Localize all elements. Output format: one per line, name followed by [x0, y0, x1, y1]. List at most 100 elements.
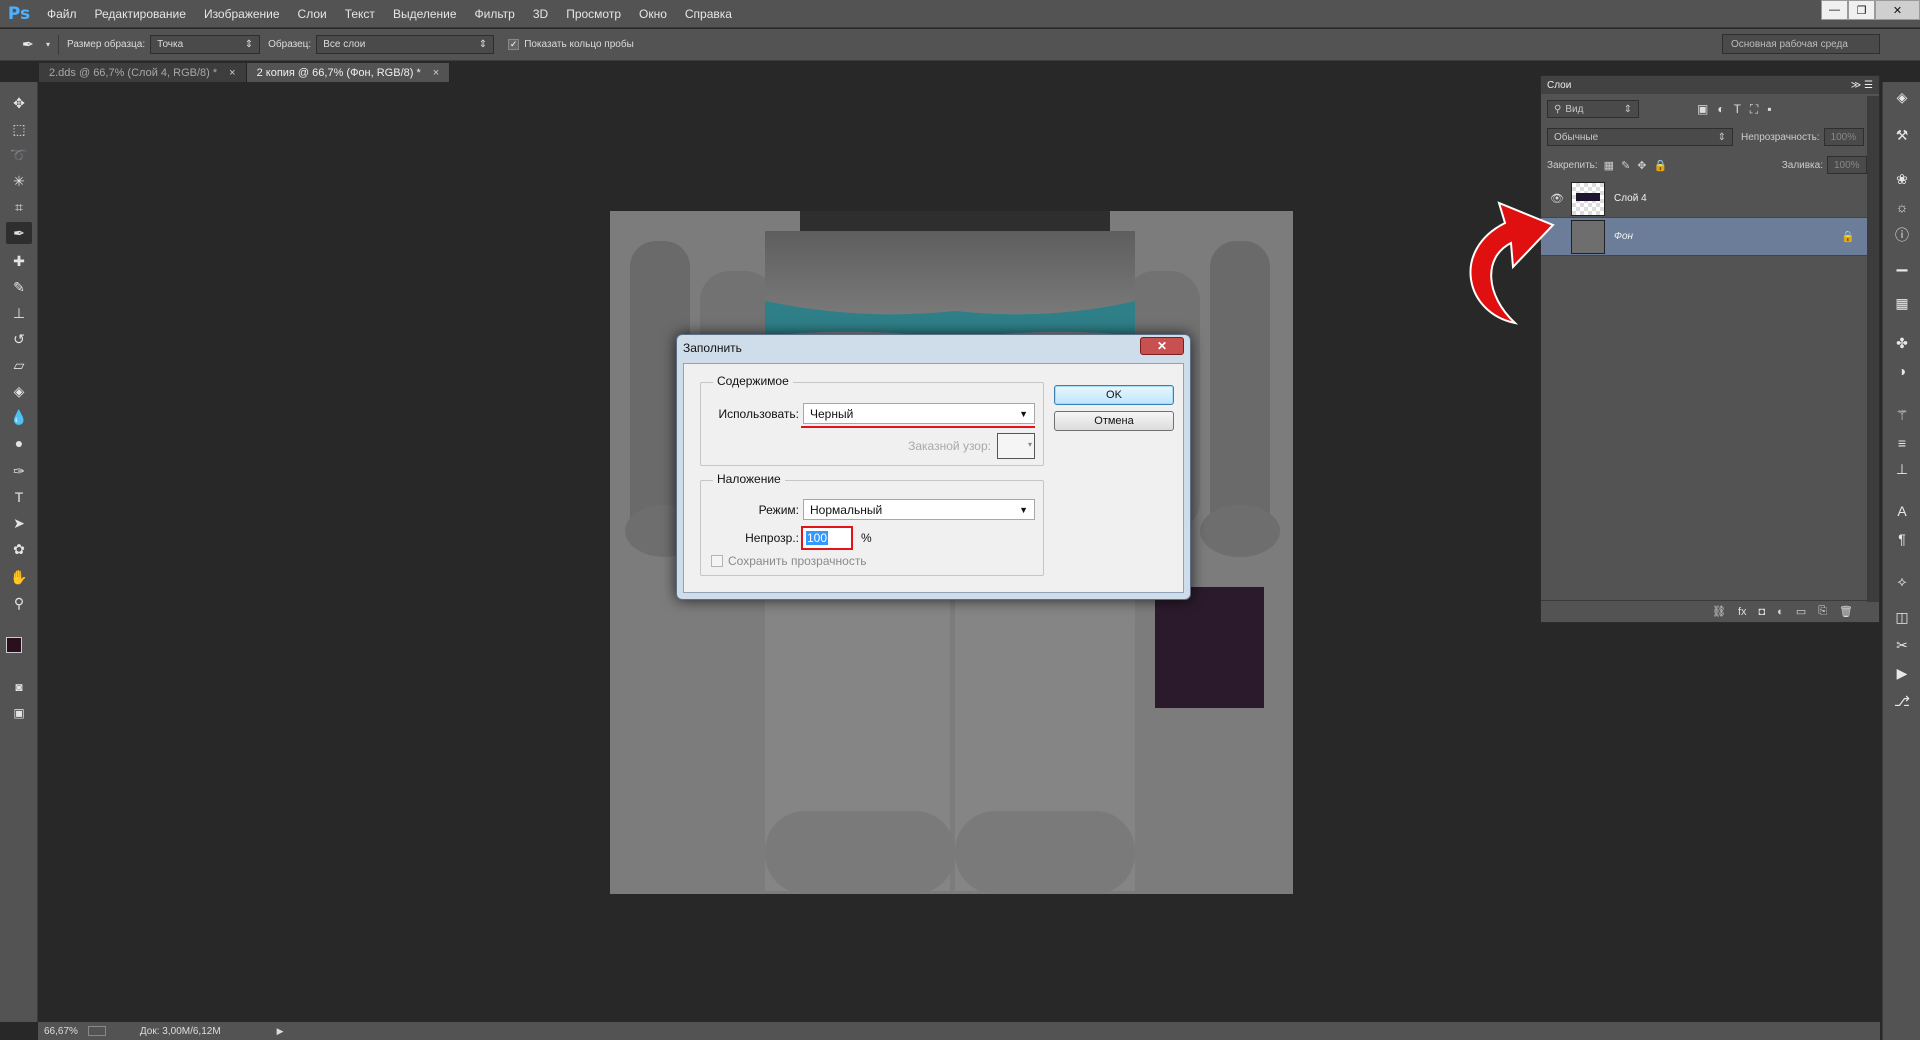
preserve-transparency-checkbox[interactable] — [711, 555, 723, 567]
dodge-tool-icon[interactable]: ● — [6, 432, 32, 454]
new-group-icon[interactable]: ▭ — [1796, 605, 1806, 618]
sample-size-select[interactable]: Точка ⇕ — [150, 35, 261, 54]
menu-help[interactable]: Справка — [676, 0, 741, 28]
adjustment-layer-icon[interactable]: ◐ — [1777, 606, 1784, 618]
marquee-tool-icon[interactable]: ⬚ — [6, 118, 32, 140]
magic-wand-tool-icon[interactable]: ✳ — [6, 170, 32, 192]
crop-tool-icon[interactable]: ⌗ — [6, 196, 32, 218]
menu-bar: Ps Файл Редактирование Изображение Слои … — [0, 0, 1920, 28]
fill-field[interactable]: 100% — [1827, 156, 1867, 174]
close-window-button[interactable]: ✕ — [1875, 0, 1920, 20]
character-icon[interactable]: A — [1891, 500, 1913, 522]
healing-brush-tool-icon[interactable]: ✚ — [6, 250, 32, 272]
properties-icon[interactable]: ⎇ — [1891, 690, 1913, 712]
tab-label: 2.dds @ 66,7% (Слой 4, RGB/8) * — [49, 66, 218, 79]
minimize-button[interactable]: — — [1821, 0, 1848, 20]
brightness-icon[interactable]: ☼ — [1891, 196, 1913, 218]
status-preview-icon[interactable] — [87, 1026, 106, 1036]
styles-icon[interactable]: ✤ — [1891, 332, 1913, 354]
mode-select[interactable]: Нормальный ▼ — [803, 499, 1035, 520]
menu-3d[interactable]: 3D — [524, 0, 557, 28]
close-tab-icon[interactable]: × — [229, 67, 235, 79]
brush-settings-icon[interactable]: ≡ — [1891, 432, 1913, 454]
blend-mode-select[interactable]: Обычные ⇕ — [1547, 128, 1733, 146]
menu-file[interactable]: Файл — [38, 0, 86, 28]
zoom-level[interactable]: 66,67% — [44, 1026, 78, 1037]
brush-tool-icon[interactable]: ✎ — [6, 276, 32, 298]
tool-preset-chevron-icon[interactable]: ▾ — [46, 40, 50, 49]
updown-icon: ⇕ — [1623, 103, 1632, 115]
paths-icon[interactable]: ⟡ — [1891, 570, 1913, 592]
eraser-tool-icon[interactable]: ▱ — [6, 354, 32, 376]
menu-select[interactable]: Выделение — [384, 0, 466, 28]
history-icon[interactable]: ⚒ — [1891, 124, 1913, 146]
layers-scrollbar[interactable] — [1867, 96, 1879, 602]
shape-tool-icon[interactable]: ✿ — [6, 538, 32, 560]
pattern-picker[interactable]: ▾ — [997, 433, 1035, 459]
link-layers-icon[interactable]: ⛓ — [1712, 605, 1726, 618]
menu-layers[interactable]: Слои — [289, 0, 336, 28]
menu-filter[interactable]: Фильтр — [466, 0, 524, 28]
close-tab-icon[interactable]: × — [433, 67, 439, 79]
layer-row[interactable]: 👁 Слой 4 — [1541, 180, 1867, 218]
eyedropper-icon[interactable]: ✒ — [22, 36, 44, 53]
lock-icons[interactable]: ▦✎✥🔒 — [1604, 159, 1675, 172]
status-menu-arrow-icon[interactable]: ▶ — [277, 1026, 284, 1037]
foreground-color-swatch[interactable] — [6, 637, 22, 653]
brush-presets-icon[interactable]: ⚚ — [1891, 404, 1913, 426]
filter-icons[interactable]: ▣◐T⛶▪ — [1697, 102, 1781, 117]
use-select[interactable]: Черный ▼ — [803, 403, 1035, 424]
opacity-field[interactable]: 100% — [1823, 128, 1864, 146]
zoom-tool-icon[interactable]: ⚲ — [6, 592, 32, 614]
paint-bucket-tool-icon[interactable]: ◈ — [6, 380, 32, 402]
workspace-select[interactable]: Основная рабочая среда — [1722, 34, 1880, 54]
screen-mode-icon[interactable]: ▣ — [6, 702, 32, 724]
menu-view[interactable]: Просмотр — [557, 0, 630, 28]
info-icon[interactable]: ⓘ — [1891, 224, 1913, 246]
dialog-close-button[interactable]: ✕ — [1140, 337, 1184, 355]
layer-row-selected[interactable]: Фон 🔒 — [1541, 218, 1867, 256]
tab-2-kopiya[interactable]: 2 копия @ 66,7% (Фон, RGB/8) * × — [246, 63, 451, 82]
add-mask-icon[interactable]: ◘ — [1759, 606, 1766, 618]
restore-button[interactable]: ❐ — [1848, 0, 1875, 20]
sample-select[interactable]: Все слои ⇕ — [316, 35, 495, 54]
cancel-button[interactable]: Отмена — [1054, 411, 1174, 431]
history-brush-tool-icon[interactable]: ↺ — [6, 328, 32, 350]
type-tool-icon[interactable]: T — [6, 486, 32, 508]
channels-icon[interactable]: ◫ — [1891, 606, 1913, 628]
hand-tool-icon[interactable]: ✋ — [6, 566, 32, 588]
stamp-tool-icon[interactable]: ⊥ — [6, 302, 32, 324]
red-arrow-annotation — [1469, 201, 1555, 325]
tool-presets-icon[interactable]: ✂ — [1891, 634, 1913, 656]
layers-panel-icon[interactable]: ◈ — [1891, 86, 1913, 108]
fx-icon[interactable]: fx — [1738, 606, 1747, 618]
color-icon[interactable]: ❀ — [1891, 168, 1913, 190]
dialog-body: Содержимое Использовать: Черный ▼ Заказно… — [683, 363, 1184, 593]
opacity-input[interactable]: 100 — [801, 526, 853, 550]
menu-window[interactable]: Окно — [630, 0, 676, 28]
tab-2-dds[interactable]: 2.dds @ 66,7% (Слой 4, RGB/8) * × — [39, 63, 247, 82]
lasso-tool-icon[interactable]: ➰ — [6, 144, 32, 166]
panel-menu-icon[interactable]: ≫ ☰ — [1851, 80, 1873, 91]
histogram-icon[interactable]: ▁ — [1891, 252, 1913, 274]
trash-icon[interactable]: 🗑 — [1839, 605, 1853, 618]
new-layer-icon[interactable]: ⎘ — [1818, 605, 1827, 618]
pen-tool-icon[interactable]: ✑ — [6, 460, 32, 482]
eyedropper-tool-icon[interactable]: ✒ — [6, 222, 32, 244]
path-selection-tool-icon[interactable]: ➤ — [6, 512, 32, 534]
quick-mask-icon[interactable]: ◙ — [6, 676, 32, 698]
menu-edit[interactable]: Редактирование — [86, 0, 195, 28]
show-ring-checkbox[interactable]: ✓ — [508, 39, 520, 50]
swatches-icon[interactable]: ▦ — [1891, 292, 1913, 314]
paragraph-icon[interactable]: ¶ — [1891, 528, 1913, 550]
ok-button[interactable]: OK — [1054, 385, 1174, 405]
clone-source-icon[interactable]: ⊥ — [1891, 458, 1913, 480]
adjustments-icon[interactable]: ◑ — [1891, 360, 1913, 382]
menu-text[interactable]: Текст — [336, 0, 384, 28]
move-tool-icon[interactable]: ✥ — [6, 92, 32, 114]
blur-tool-icon[interactable]: 💧 — [6, 406, 32, 428]
use-label: Использовать: — [718, 407, 799, 421]
menu-image[interactable]: Изображение — [195, 0, 289, 28]
layer-filter-select[interactable]: ⚲ Вид ⇕ — [1547, 100, 1639, 118]
actions-icon[interactable]: ▶ — [1891, 662, 1913, 684]
